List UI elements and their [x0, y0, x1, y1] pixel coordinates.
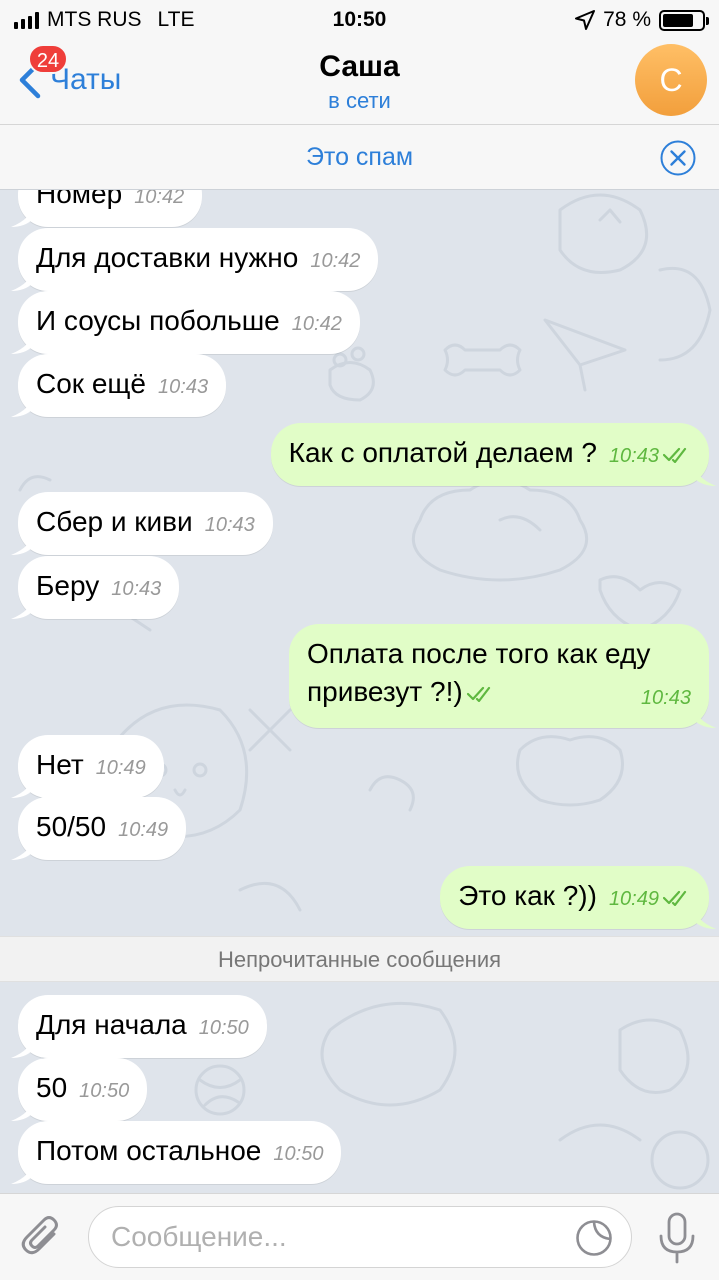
battery-percent: 78 % [603, 8, 651, 31]
message-time: 10:43 [158, 376, 209, 398]
message-text: Нет [36, 749, 84, 780]
message-text: Для начала [36, 1009, 187, 1040]
battery-icon [659, 9, 709, 31]
message-text: Как с оплатой делаем ? [288, 437, 597, 468]
status-right: 78 % [575, 8, 709, 32]
message-time: 10:43 [640, 687, 691, 709]
message-text: Беру [36, 570, 100, 601]
avatar[interactable]: С [635, 44, 707, 116]
incoming-message[interactable]: И соусы побольше 10:42 [11, 291, 360, 354]
message-time: 10:50 [273, 1143, 324, 1165]
incoming-message[interactable]: Номер 10:42 [11, 190, 203, 227]
outgoing-message[interactable]: Как с оплатой делаем ? 10:43 [270, 423, 716, 486]
chat-header: Чаты 24 Саша в сети С [0, 40, 719, 124]
report-spam-button[interactable]: Это спам [0, 143, 719, 172]
message-text: Потом остальное [36, 1135, 262, 1166]
message-text: Сбер и киви [36, 506, 193, 537]
message-text: Это как ?)) [458, 880, 597, 911]
incoming-message[interactable]: Беру 10:43 [11, 556, 180, 619]
message-time: 10:50 [198, 1017, 249, 1039]
status-bar: MTS RUS LTE 10:50 78 % [0, 0, 719, 40]
message-input[interactable] [111, 1215, 561, 1259]
message-time: 10:49 [608, 888, 659, 910]
double-check-icon [466, 686, 490, 702]
message-time: 10:42 [134, 190, 185, 208]
message-time: 10:43 [204, 514, 255, 536]
paperclip-icon[interactable] [20, 1214, 66, 1260]
sticker-icon[interactable] [575, 1219, 613, 1257]
message-text: 50/50 [36, 811, 107, 842]
composer-bar [0, 1193, 719, 1280]
incoming-message[interactable]: Сбер и киви 10:43 [11, 492, 273, 555]
unread-messages-divider: Непрочитанные сообщения [0, 936, 719, 982]
battery-fill [663, 13, 693, 27]
outgoing-message[interactable]: Это как ?)) 10:49 [440, 866, 716, 929]
chat-title-block[interactable]: Саша в сети [0, 50, 719, 114]
message-field-wrapper [88, 1206, 632, 1268]
outgoing-message[interactable]: Оплата после того как еду привезут ?!) 10… [289, 624, 716, 728]
chat-title: Саша [319, 50, 400, 83]
double-check-icon [663, 890, 687, 906]
spam-bar: Это спам [0, 124, 719, 190]
message-time: 10:49 [95, 757, 146, 779]
incoming-message[interactable]: Потом остальное 10:50 [11, 1121, 342, 1184]
message-time: 10:42 [310, 250, 361, 272]
incoming-message[interactable]: Для доставки нужно 10:42 [11, 228, 379, 291]
message-time: 10:50 [79, 1080, 130, 1102]
message-time: 10:49 [118, 819, 169, 841]
message-text: И соусы побольше [36, 305, 280, 336]
incoming-message[interactable]: 50 10:50 [11, 1058, 148, 1121]
message-list[interactable]: Номер 10:42 Для доставки нужно 10:42 И соусы… [0, 190, 719, 1193]
incoming-message[interactable]: Для начала 10:50 [11, 995, 267, 1058]
message-text: Сок ещё [36, 368, 147, 399]
incoming-message[interactable]: 50/50 10:49 [11, 797, 187, 860]
location-arrow-icon [575, 10, 596, 30]
incoming-message[interactable]: Нет 10:49 [11, 735, 164, 798]
close-icon[interactable] [659, 139, 697, 177]
microphone-icon[interactable] [657, 1212, 697, 1264]
incoming-message[interactable]: Сок ещё 10:43 [11, 354, 227, 417]
double-check-icon [663, 447, 687, 463]
message-time: 10:43 [608, 445, 659, 467]
message-time: 10:43 [111, 578, 162, 600]
message-text: Для доставки нужно [36, 242, 299, 273]
message-time: 10:42 [291, 313, 342, 335]
message-text: Номер [36, 190, 123, 209]
message-text: 50 [36, 1072, 68, 1103]
chat-status: в сети [328, 88, 391, 113]
